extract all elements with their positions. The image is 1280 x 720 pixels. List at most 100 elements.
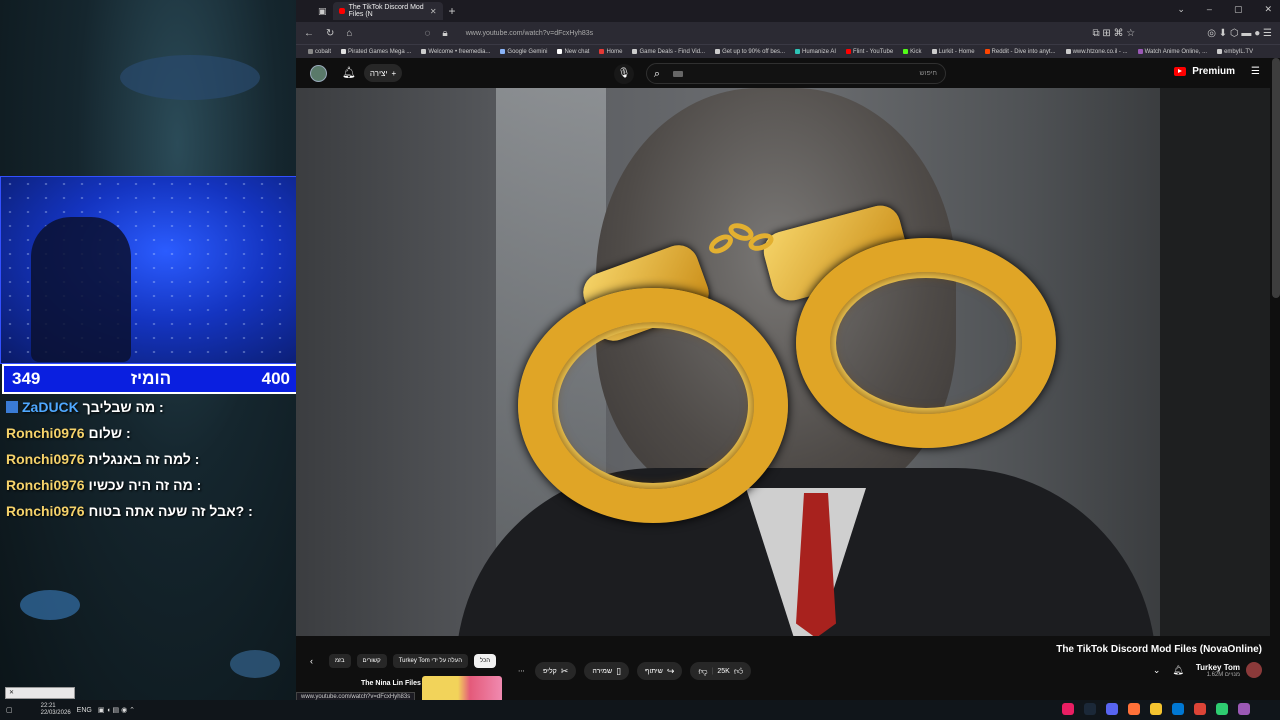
- save-button[interactable]: שמירה ▯: [584, 662, 630, 680]
- handcuff-ring: [518, 288, 788, 523]
- screen: 349 הומיז 400 ZaDUCK מה שבליבך : Ronchi0…: [0, 0, 1280, 720]
- bookmark-favicon-icon: [341, 49, 347, 54]
- keyboard-icon[interactable]: [673, 70, 683, 77]
- bookmark-item[interactable]: Kick: [903, 49, 922, 55]
- bell-icon[interactable]: 🔔︎: [1172, 665, 1183, 676]
- bookmark-label: embyIL.TV: [1224, 48, 1254, 55]
- chip[interactable]: Turkey Tom העלה על ידי: [392, 654, 469, 668]
- bookmark-label: Humanize AI: [802, 48, 837, 55]
- menu-icon[interactable]: ☰: [1251, 66, 1260, 77]
- video-actions: ⋯ קליפ ✂ שמירה ▯ שיתוף ↪ 👎︎ | 25K 👍︎: [516, 662, 752, 680]
- shield-icon[interactable]: ◌: [424, 28, 430, 39]
- language-indicator[interactable]: ENG: [77, 707, 92, 714]
- mic-icon[interactable]: 🎙︎: [614, 64, 634, 84]
- chat-message: Ronchi0976 מה זה היה עכשיו :: [6, 472, 296, 498]
- channel-name[interactable]: Turkey Tom: [1196, 663, 1240, 672]
- tab-active[interactable]: The TikTok Discord Mod Files (N ✕: [332, 2, 443, 20]
- chip[interactable]: קשורים: [356, 654, 387, 668]
- new-tab-button[interactable]: +: [449, 4, 456, 18]
- chip-all[interactable]: הכל: [474, 654, 497, 668]
- folder-icon[interactable]: [1150, 703, 1162, 715]
- firefox-icon[interactable]: [1128, 703, 1140, 715]
- bookmark-item[interactable]: New chat: [557, 49, 589, 55]
- app-icon[interactable]: [1172, 703, 1184, 715]
- bookmark-item[interactable]: Watch Anime Online, ...: [1137, 49, 1207, 55]
- bookmark-favicon-icon: [632, 49, 638, 54]
- chrome-icon[interactable]: [1194, 703, 1206, 715]
- tab-overview-icon[interactable]: ▣: [318, 6, 327, 17]
- close-tab-icon[interactable]: ✕: [430, 7, 437, 16]
- recommended-title[interactable]: The Nina Lin Files: [361, 680, 421, 687]
- lock-icon[interactable]: 🔒︎: [442, 28, 447, 39]
- search-input[interactable]: חיפוש: [920, 70, 937, 77]
- chat-username: Ronchi0976: [6, 503, 85, 519]
- share-button[interactable]: שיתוף ↪: [637, 662, 683, 680]
- clock[interactable]: 22:21 22/03/2026: [41, 703, 71, 717]
- nav-bar: ← ↻ ⌂ ◌ 🔒︎ www.youtube.com/watch?v=dFcxH…: [296, 22, 1280, 44]
- bookmark-item[interactable]: cobalt: [308, 49, 331, 55]
- bookmark-label: Game Deals - Find Vid...: [639, 48, 706, 55]
- toolbar-icons[interactable]: ◎ ⬇ ⬡ ▬ ● ☰: [1207, 28, 1272, 39]
- minimize-button[interactable]: –: [1207, 4, 1212, 15]
- steam-icon[interactable]: [1084, 703, 1096, 715]
- back-icon[interactable]: ←: [304, 28, 314, 39]
- bookmark-item[interactable]: www.htzone.co.il - ...: [1065, 49, 1128, 55]
- create-button[interactable]: יצירה +: [364, 64, 402, 82]
- bell-icon[interactable]: 🔔︎: [342, 66, 356, 79]
- gaming-chair: [31, 217, 131, 362]
- bookmark-label: Lurkit - Home: [938, 48, 975, 55]
- bookmark-item[interactable]: Reddit - Dive into anyt...: [984, 49, 1056, 55]
- dislike-icon[interactable]: 👎︎: [698, 666, 707, 677]
- bookmark-favicon-icon: [846, 49, 852, 54]
- reload-icon[interactable]: ↻: [326, 28, 334, 39]
- address-bar[interactable]: www.youtube.com/watch?v=dFcxHyh83s: [466, 30, 1081, 37]
- chevron-left-icon[interactable]: ‹: [310, 656, 313, 666]
- bookmark-item[interactable]: Pirated Games Mega ...: [341, 49, 411, 55]
- search-bar[interactable]: ⌕ חיפוש: [646, 63, 946, 84]
- discord-icon[interactable]: [1106, 703, 1118, 715]
- bookmark-item[interactable]: Home: [599, 49, 622, 55]
- channel-avatar[interactable]: [1246, 662, 1262, 678]
- app-icon[interactable]: [1062, 703, 1074, 715]
- avatar[interactable]: [310, 65, 327, 82]
- search-icon[interactable]: ⌕: [646, 64, 668, 84]
- browser-window: ▣ The TikTok Discord Mod Files (N ✕ + ⌄ …: [296, 0, 1280, 720]
- app-icon[interactable]: [1216, 703, 1228, 715]
- bookmark-item[interactable]: Welcome • freemedia...: [421, 49, 490, 55]
- bookmark-item[interactable]: embyIL.TV: [1217, 49, 1253, 55]
- app-icon[interactable]: [1238, 703, 1250, 715]
- chip[interactable]: בזמ: [329, 654, 351, 668]
- more-button[interactable]: ⋯: [516, 662, 527, 680]
- share-label: שיתוף: [645, 667, 663, 675]
- vote-left-count: 349: [12, 369, 41, 388]
- related-chips: ‹ בזמ קשורים Turkey Tom העלה על ידי הכל: [310, 654, 497, 668]
- bookmark-item[interactable]: Get up to 90% off bes...: [715, 49, 785, 55]
- home-icon[interactable]: ⌂: [346, 28, 352, 39]
- clip-button[interactable]: קליפ ✂: [535, 662, 577, 680]
- chevron-down-icon[interactable]: ⌄: [1153, 665, 1161, 676]
- scrollbar[interactable]: [1272, 58, 1280, 298]
- bookmark-item[interactable]: Lurkit - Home: [931, 48, 975, 55]
- extensions-icons[interactable]: ⧉ ⊞ ⌘ ☆: [1092, 28, 1135, 39]
- bookmark-item[interactable]: Google Gemini: [500, 49, 547, 55]
- bookmark-item[interactable]: Humanize AI: [795, 49, 836, 55]
- bookmark-label: Home: [606, 48, 623, 55]
- youtube-premium-logo[interactable]: Premium ☰: [1174, 66, 1260, 77]
- notification-icon[interactable]: ▢: [6, 706, 13, 714]
- close-button[interactable]: ✕: [1264, 4, 1272, 15]
- chevron-down-icon[interactable]: ⌄: [1177, 4, 1185, 15]
- bookmark-item[interactable]: Flint - YouTube: [846, 49, 893, 55]
- bookmark-favicon-icon: [599, 49, 605, 54]
- tray-icons[interactable]: ▣ ◖ ▤ ◉ ⌃: [98, 706, 135, 714]
- taskbar: [296, 700, 1280, 720]
- maximize-button[interactable]: ▢: [1234, 4, 1243, 15]
- like-dislike: 👎︎ | 25K 👍︎: [690, 662, 752, 680]
- like-icon[interactable]: 👍︎: [734, 666, 743, 677]
- bookmark-label: Welcome • freemedia...: [428, 48, 491, 55]
- video-player[interactable]: [296, 88, 1270, 636]
- chat-username: Ronchi0976: [6, 451, 85, 467]
- bookmark-item[interactable]: Game Deals - Find Vid...: [632, 49, 705, 55]
- mini-window[interactable]: ✕: [5, 687, 75, 699]
- fish-decoration: [20, 590, 80, 620]
- chat-message: Ronchi0976 למה זה באנגלית :: [6, 446, 296, 472]
